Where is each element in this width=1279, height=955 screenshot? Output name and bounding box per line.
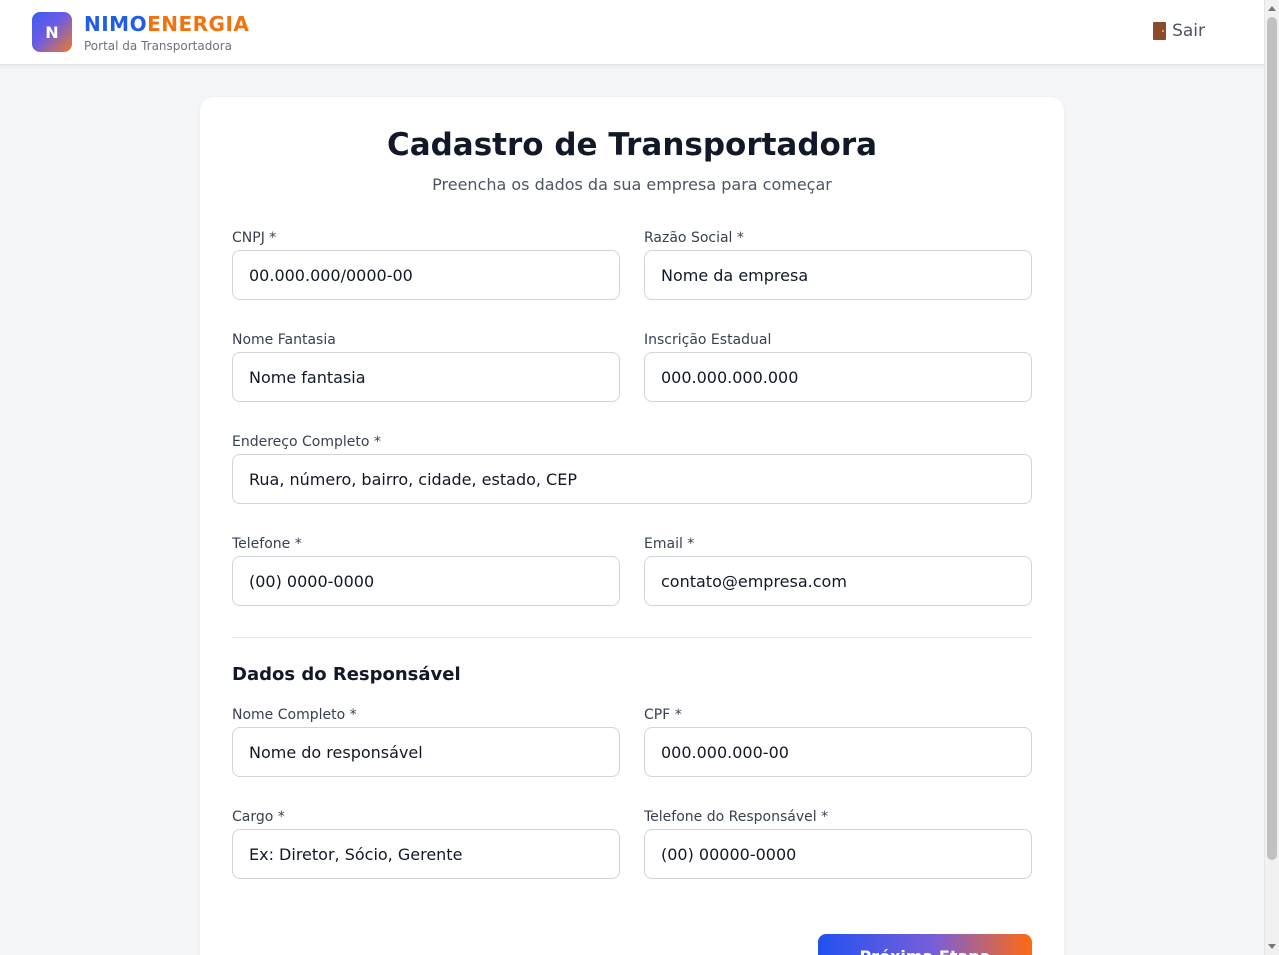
nome-fantasia-field: Nome Fantasia Nome fantasia bbox=[232, 332, 620, 402]
brand-name-nimo: NIMO bbox=[84, 12, 148, 36]
email-field: Email * contato@empresa.com bbox=[644, 536, 1032, 606]
cargo-field: Cargo * Ex: Diretor, Sócio, Gerente bbox=[232, 809, 620, 879]
cargo-label: Cargo * bbox=[232, 809, 285, 825]
logout-label: Sair bbox=[1172, 21, 1205, 41]
next-step-button[interactable]: Próxima Etapa bbox=[818, 934, 1032, 955]
top-bar: N NIMOENERGIA Portal da Transportadora S… bbox=[0, 0, 1264, 65]
section-divider bbox=[232, 637, 1032, 638]
cpf-field: CPF * 000.000.000-00 bbox=[644, 707, 1032, 777]
page-title: Cadastro de Transportadora bbox=[386, 127, 878, 163]
brand-name: NIMOENERGIA bbox=[84, 12, 249, 36]
telefone-input[interactable]: (00) 0000-0000 bbox=[232, 556, 620, 606]
cnpj-field: CNPJ * 00.000.000/0000-00 bbox=[232, 230, 620, 300]
inscricao-estadual-input[interactable]: 000.000.000.000 bbox=[644, 352, 1032, 402]
nome-completo-label: Nome Completo * bbox=[232, 707, 357, 723]
cargo-input[interactable]: Ex: Diretor, Sócio, Gerente bbox=[232, 829, 620, 879]
brand-name-energia: ENERGIA bbox=[147, 12, 250, 36]
nome-completo-input[interactable]: Nome do responsável bbox=[232, 727, 620, 777]
scroll-down-arrow-icon[interactable] bbox=[1268, 944, 1276, 949]
vertical-scrollbar[interactable] bbox=[1264, 0, 1279, 955]
page-subtitle: Preencha os dados da sua empresa para co… bbox=[432, 175, 832, 194]
page: N NIMOENERGIA Portal da Transportadora S… bbox=[0, 0, 1279, 955]
razao-social-field: Razão Social * Nome da empresa bbox=[644, 230, 1032, 300]
logout-button[interactable]: Sair bbox=[1153, 21, 1205, 41]
registration-card: Cadastro de Transportadora Preencha os d… bbox=[200, 97, 1064, 955]
endereco-field: Endereço Completo * Rua, número, bairro,… bbox=[232, 434, 1032, 504]
razao-social-label: Razão Social * bbox=[644, 230, 744, 246]
logo-badge: N bbox=[32, 12, 72, 52]
cpf-input[interactable]: 000.000.000-00 bbox=[644, 727, 1032, 777]
email-input[interactable]: contato@empresa.com bbox=[644, 556, 1032, 606]
cpf-label: CPF * bbox=[644, 707, 682, 723]
razao-social-input[interactable]: Nome da empresa bbox=[644, 250, 1032, 300]
scrollbar-thumb[interactable] bbox=[1267, 17, 1277, 860]
nome-completo-field: Nome Completo * Nome do responsável bbox=[232, 707, 620, 777]
telefone-responsavel-field: Telefone do Responsável * (00) 00000-000… bbox=[644, 809, 1032, 879]
inscricao-estadual-label: Inscrição Estadual bbox=[644, 332, 772, 348]
door-icon bbox=[1153, 22, 1167, 40]
inscricao-estadual-field: Inscrição Estadual 000.000.000.000 bbox=[644, 332, 1032, 402]
telefone-responsavel-input[interactable]: (00) 00000-0000 bbox=[644, 829, 1032, 879]
cnpj-input[interactable]: 00.000.000/0000-00 bbox=[232, 250, 620, 300]
endereco-input[interactable]: Rua, número, bairro, cidade, estado, CEP bbox=[232, 454, 1032, 504]
endereco-label: Endereço Completo * bbox=[232, 434, 381, 450]
email-label: Email * bbox=[644, 536, 695, 552]
telefone-label: Telefone * bbox=[232, 536, 302, 552]
scroll-up-arrow-icon[interactable] bbox=[1268, 6, 1276, 11]
portal-subtitle: Portal da Transportadora bbox=[84, 39, 232, 53]
nome-fantasia-label: Nome Fantasia bbox=[232, 332, 336, 348]
telefone-responsavel-label: Telefone do Responsável * bbox=[644, 809, 829, 825]
cnpj-label: CNPJ * bbox=[232, 230, 277, 246]
responsavel-section-title: Dados do Responsável bbox=[232, 664, 461, 685]
telefone-field: Telefone * (00) 0000-0000 bbox=[232, 536, 620, 606]
nome-fantasia-input[interactable]: Nome fantasia bbox=[232, 352, 620, 402]
